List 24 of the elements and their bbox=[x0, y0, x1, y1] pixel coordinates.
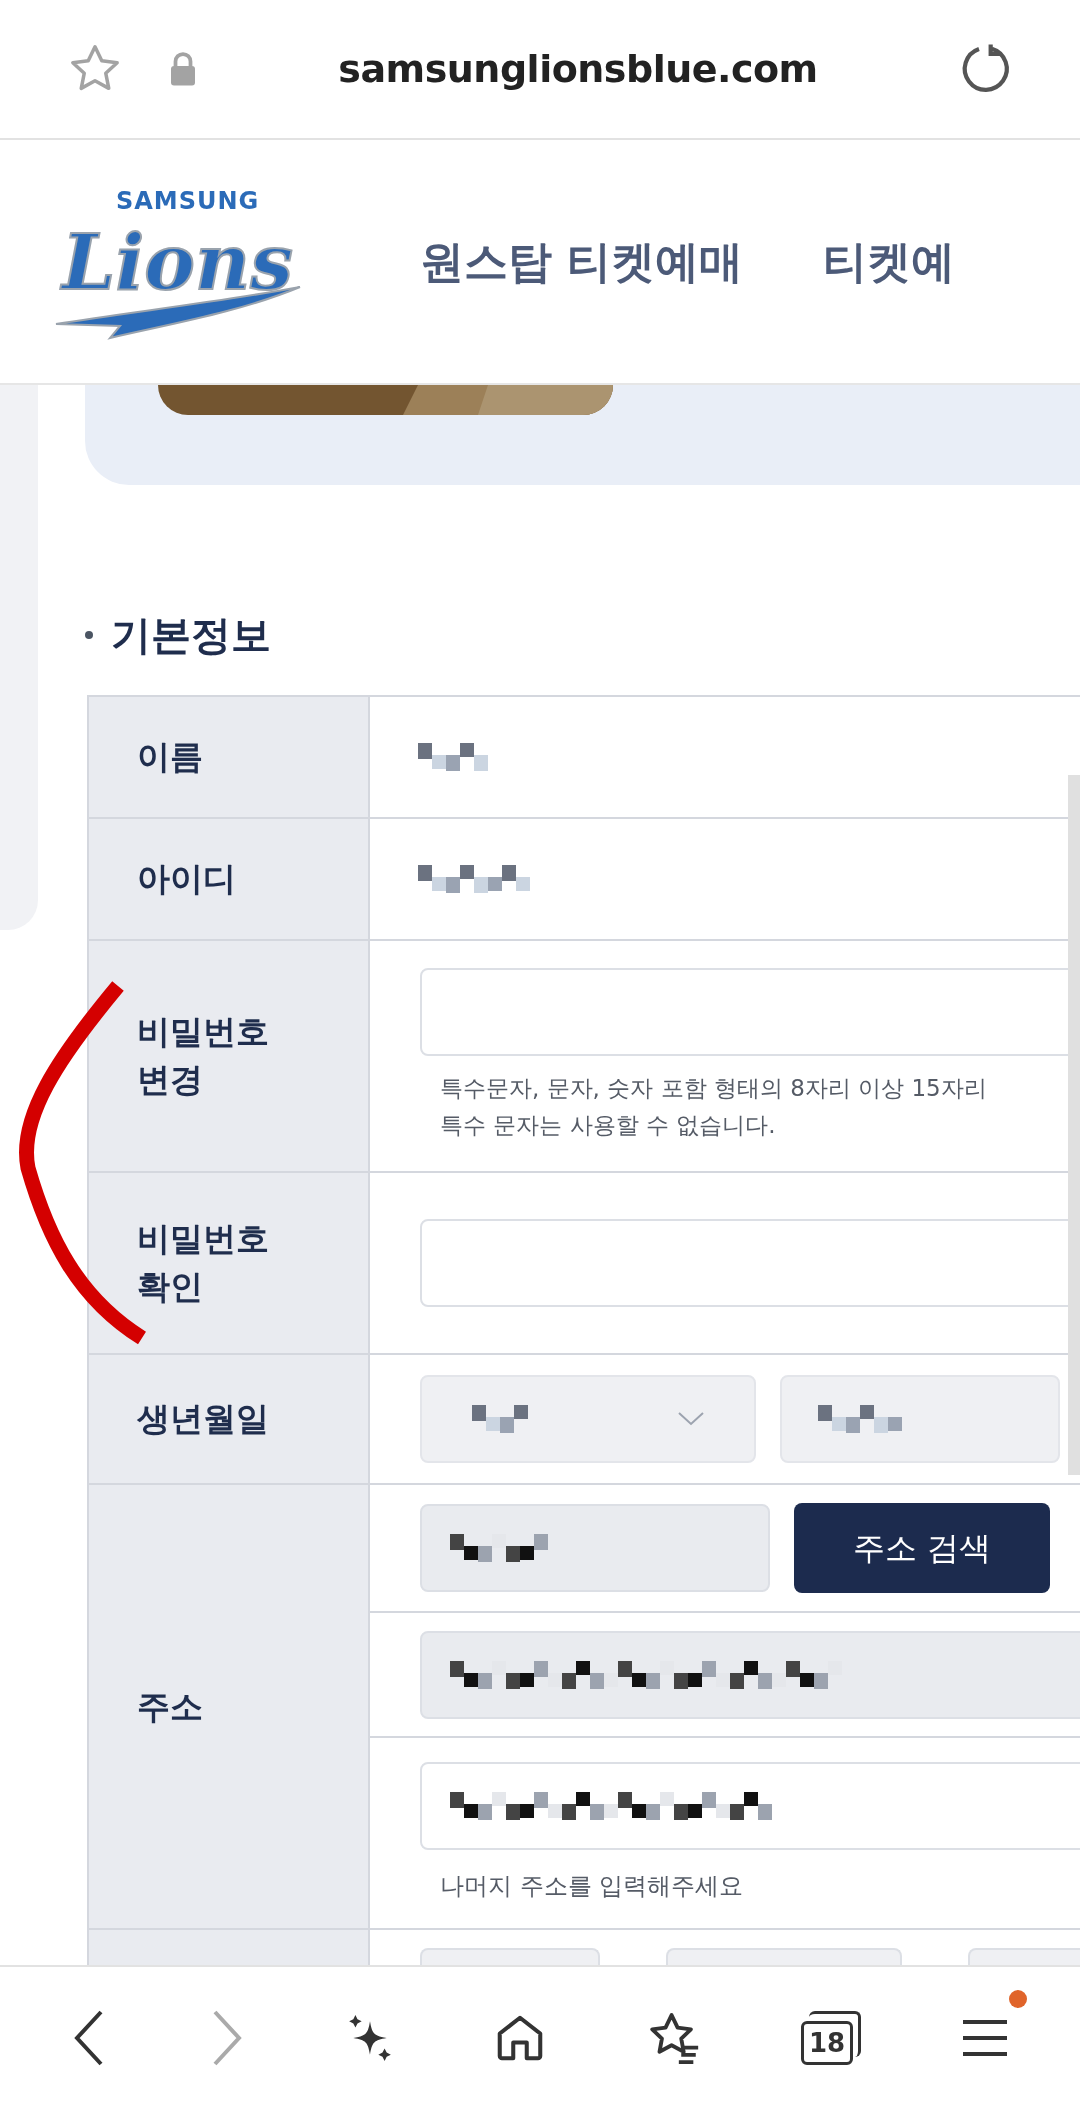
address-field[interactable] bbox=[420, 1630, 1080, 1719]
chevron-down-icon bbox=[678, 1412, 704, 1426]
help-text: 나머지 주소를 입력해주세요 bbox=[439, 1871, 745, 1902]
address-search-button[interactable]: 주소 검색 bbox=[794, 1503, 1050, 1593]
blurred-text bbox=[472, 1405, 528, 1433]
field-label: 비밀번호 변경 bbox=[137, 1011, 269, 1101]
field-label: 비밀번호 확인 bbox=[137, 1218, 269, 1308]
help-text: 특수문자, 문자, 숫자 포함 형태의 8자리 이상 15자리 특수 문자는 사용할 수 없습니다. bbox=[439, 1074, 988, 1140]
nav-link[interactable]: 원스탑 티켓예매 bbox=[420, 228, 744, 295]
address-detail-field[interactable] bbox=[420, 1762, 1080, 1850]
logo[interactable]: SAMSUNG Lions bbox=[50, 161, 340, 362]
section-title: 기본정보 bbox=[111, 611, 271, 660]
bullet-icon bbox=[85, 631, 93, 639]
blurred-text bbox=[418, 743, 488, 771]
field-label: 생년월일 bbox=[137, 1398, 269, 1441]
url-text[interactable]: samsunglionsblue.com bbox=[198, 40, 958, 98]
lock-icon bbox=[168, 51, 198, 87]
zipcode-field[interactable] bbox=[420, 1504, 770, 1592]
select-field[interactable] bbox=[420, 1375, 756, 1463]
field-label: 주소 bbox=[137, 1685, 203, 1728]
field-label: 이름 bbox=[137, 736, 203, 779]
select-field[interactable] bbox=[780, 1375, 1060, 1463]
nav-link[interactable]: 티켓예 bbox=[823, 228, 956, 295]
field-label: 아이디 bbox=[137, 858, 236, 901]
